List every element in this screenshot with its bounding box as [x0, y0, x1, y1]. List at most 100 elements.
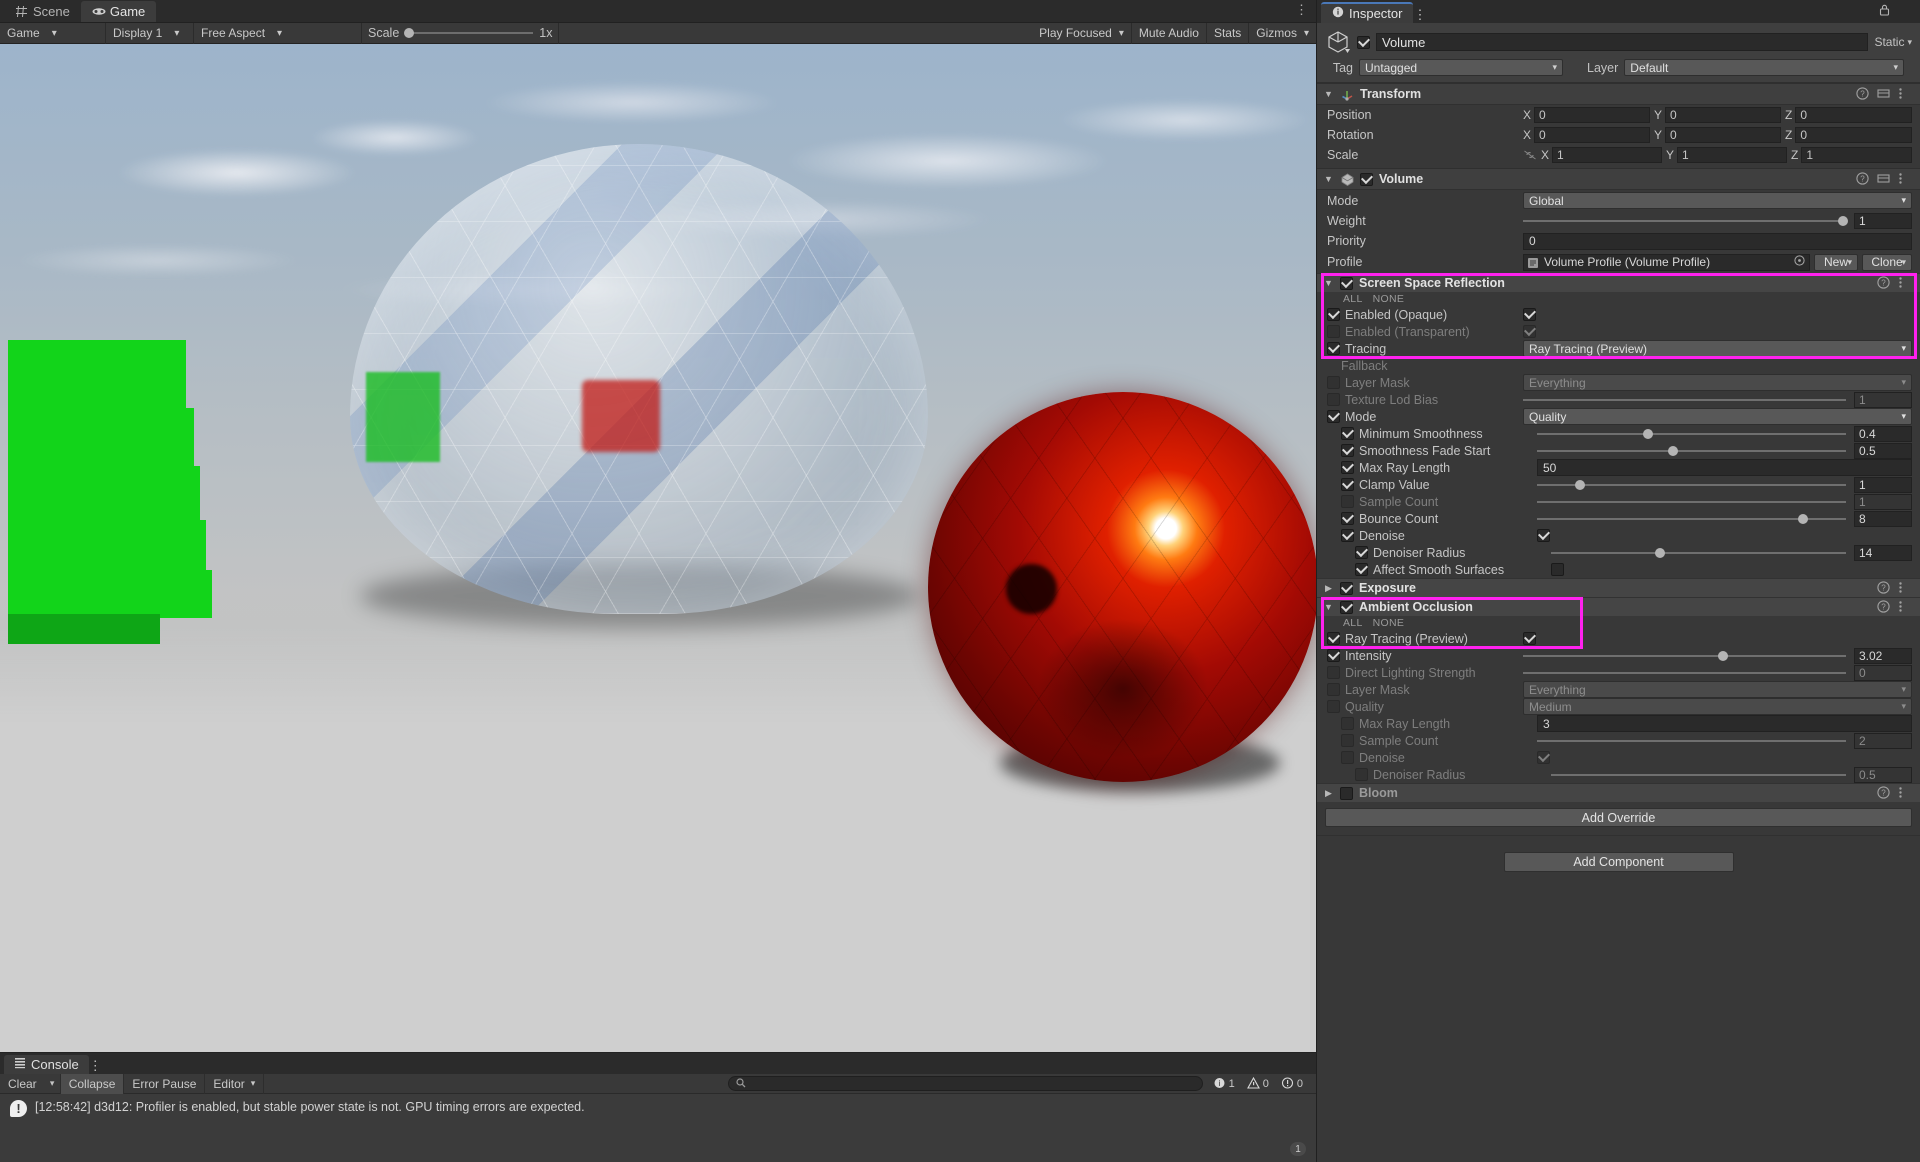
ao-quality-override-checkbox[interactable]: [1327, 700, 1340, 713]
transform-foldout-icon[interactable]: ▼: [1323, 89, 1334, 100]
ssr-denoise-value-checkbox[interactable]: [1537, 529, 1550, 542]
transform-component-header[interactable]: ▼ Transform ?: [1317, 83, 1920, 105]
ssr-tracing-override-checkbox[interactable]: [1327, 342, 1340, 355]
error-counter[interactable]: 0: [1276, 1077, 1308, 1090]
ao-foldout-icon[interactable]: ▼: [1323, 602, 1334, 613]
ssr-enabled-transparent-override-checkbox[interactable]: [1327, 325, 1340, 338]
ao-denoiser-radius-value-field[interactable]: 0.5: [1854, 766, 1912, 783]
ao-intensity-slider[interactable]: [1523, 647, 1846, 664]
ao-layer-mask-dropdown[interactable]: Everything: [1523, 681, 1912, 698]
ssr-layer-mask-dropdown[interactable]: Everything: [1523, 374, 1912, 391]
display-dropdown[interactable]: Display 1: [106, 22, 194, 44]
ssr-bounce-count-value-field[interactable]: 8: [1854, 510, 1912, 527]
ssr-texture-lod-bias-slider[interactable]: [1523, 391, 1846, 408]
volume-enabled-checkbox[interactable]: [1360, 172, 1373, 186]
scale-slider-knob[interactable]: [404, 28, 415, 38]
ao-direct-lighting-strength-value-field[interactable]: 0: [1854, 664, 1912, 681]
ao-header[interactable]: ▼ Ambient Occlusion ?: [1317, 597, 1920, 616]
ssr-affect-smooth-surfaces-value-checkbox[interactable]: [1551, 563, 1564, 576]
clear-dropdown-icon[interactable]: ▾: [45, 1073, 61, 1094]
profile-picker-icon[interactable]: [1794, 255, 1805, 269]
ssr-clamp-value-override-checkbox[interactable]: [1341, 478, 1354, 491]
scale-z-input[interactable]: 1: [1801, 147, 1912, 163]
ao-denoise-override-checkbox[interactable]: [1341, 751, 1354, 764]
ssr-minimum-smoothness-value-field[interactable]: 0.4: [1854, 425, 1912, 442]
ssr-enabled-opaque-value-checkbox[interactable]: [1523, 308, 1536, 321]
ssr-minimum-smoothness-override-checkbox[interactable]: [1341, 427, 1354, 440]
ssr-texture-lod-bias-override-checkbox[interactable]: [1327, 393, 1340, 406]
ao-layer-mask-override-checkbox[interactable]: [1327, 683, 1340, 696]
ao-sample-count-value-field[interactable]: 2: [1854, 732, 1912, 749]
lock-icon[interactable]: [1879, 4, 1890, 16]
scale-slider-track[interactable]: [404, 28, 534, 38]
ssr-mode-dropdown[interactable]: Quality: [1523, 408, 1912, 425]
add-component-button[interactable]: Add Component: [1503, 852, 1734, 872]
tab-inspector[interactable]: Inspector: [1321, 2, 1414, 23]
volume-weight-slider[interactable]: [1523, 213, 1848, 230]
exposure-enabled-checkbox[interactable]: [1340, 581, 1353, 595]
mute-audio-button[interactable]: Mute Audio: [1132, 22, 1207, 44]
rotation-x-group[interactable]: X0: [1523, 127, 1650, 143]
ssr-texture-lod-bias-value-field[interactable]: 1: [1854, 391, 1912, 408]
tab-scene[interactable]: Scene: [4, 1, 81, 22]
bloom-header[interactable]: ▶ Bloom ?: [1317, 783, 1920, 802]
ssr-sample-count-slider[interactable]: [1537, 493, 1846, 510]
tag-dropdown[interactable]: Untagged: [1359, 59, 1563, 76]
exposure-foldout-icon[interactable]: ▶: [1323, 583, 1334, 594]
position-x-input[interactable]: 0: [1534, 107, 1650, 123]
override-menu-icon[interactable]: [1898, 600, 1912, 614]
rotation-z-group[interactable]: Z0: [1785, 127, 1912, 143]
scale-slider-group[interactable]: Scale 1x: [362, 22, 560, 44]
ssr-header[interactable]: ▼ Screen Space Reflection ?: [1317, 273, 1920, 292]
help-icon[interactable]: ?: [1856, 87, 1870, 101]
clear-button[interactable]: Clear: [0, 1074, 45, 1094]
ssr-smoothness-fade-start-override-checkbox[interactable]: [1341, 444, 1354, 457]
console-log-area[interactable]: ! [12:58:42] d3d12: Profiler is enabled,…: [0, 1094, 1316, 1162]
ssr-none-button[interactable]: NONE: [1373, 293, 1405, 305]
ssr-enabled-transparent-value-checkbox[interactable]: [1523, 325, 1536, 338]
gameobject-enabled-checkbox[interactable]: [1357, 35, 1370, 49]
ssr-affect-smooth-surfaces-override-checkbox[interactable]: [1355, 563, 1368, 576]
ssr-sample-count-override-checkbox[interactable]: [1341, 495, 1354, 508]
ssr-mode-override-checkbox[interactable]: [1327, 410, 1340, 423]
layer-dropdown[interactable]: Default: [1624, 59, 1904, 76]
position-z-group[interactable]: Z0: [1785, 107, 1912, 123]
stats-button[interactable]: Stats: [1207, 22, 1250, 44]
volume-component-header[interactable]: ▼ Volume ?: [1317, 168, 1920, 190]
ssr-all-button[interactable]: ALL: [1343, 293, 1363, 305]
ao-ray-tracing-preview-value-checkbox[interactable]: [1523, 632, 1536, 645]
volume-foldout-icon[interactable]: ▼: [1323, 174, 1334, 185]
ssr-sample-count-value-field[interactable]: 1: [1854, 493, 1912, 510]
volume-mode-dropdown[interactable]: Global: [1523, 192, 1912, 209]
help-icon[interactable]: ?: [1877, 786, 1891, 800]
rotation-y-input[interactable]: 0: [1665, 127, 1781, 143]
volume-weight-value-field[interactable]: 1: [1854, 213, 1912, 229]
play-focused-dropdown[interactable]: Play Focused: [1032, 22, 1132, 44]
profile-clone-button[interactable]: Clone: [1862, 253, 1912, 271]
console-search-input[interactable]: [727, 1076, 1203, 1091]
component-menu-icon[interactable]: [1898, 87, 1912, 101]
ssr-denoiser-radius-value-field[interactable]: 14: [1854, 544, 1912, 561]
ssr-clamp-value-slider[interactable]: [1537, 476, 1846, 493]
rotation-y-group[interactable]: Y0: [1654, 127, 1781, 143]
ssr-foldout-icon[interactable]: ▼: [1323, 278, 1334, 289]
ao-sample-count-override-checkbox[interactable]: [1341, 734, 1354, 747]
scale-x-group[interactable]: X1: [1541, 147, 1662, 163]
info-counter[interactable]: i 1: [1208, 1077, 1240, 1090]
bloom-foldout-icon[interactable]: ▶: [1323, 788, 1334, 799]
static-dropdown[interactable]: Static: [1874, 35, 1912, 49]
position-y-group[interactable]: Y0: [1654, 107, 1781, 123]
override-menu-icon[interactable]: [1898, 276, 1912, 290]
ssr-layer-mask-override-checkbox[interactable]: [1327, 376, 1340, 389]
scale-z-group[interactable]: Z1: [1791, 147, 1912, 163]
scale-x-input[interactable]: 1: [1552, 147, 1662, 163]
exposure-header[interactable]: ▶ Exposure ?: [1317, 578, 1920, 597]
ssr-max-ray-length-input[interactable]: 50: [1537, 459, 1912, 476]
error-pause-button[interactable]: Error Pause: [124, 1073, 206, 1094]
ssr-smoothness-fade-start-slider[interactable]: [1537, 442, 1846, 459]
ssr-bounce-count-override-checkbox[interactable]: [1341, 512, 1354, 525]
ssr-clamp-value-value-field[interactable]: 1: [1854, 476, 1912, 493]
position-z-input[interactable]: 0: [1795, 107, 1912, 123]
scale-y-group[interactable]: Y1: [1666, 147, 1787, 163]
rotation-z-input[interactable]: 0: [1795, 127, 1912, 143]
